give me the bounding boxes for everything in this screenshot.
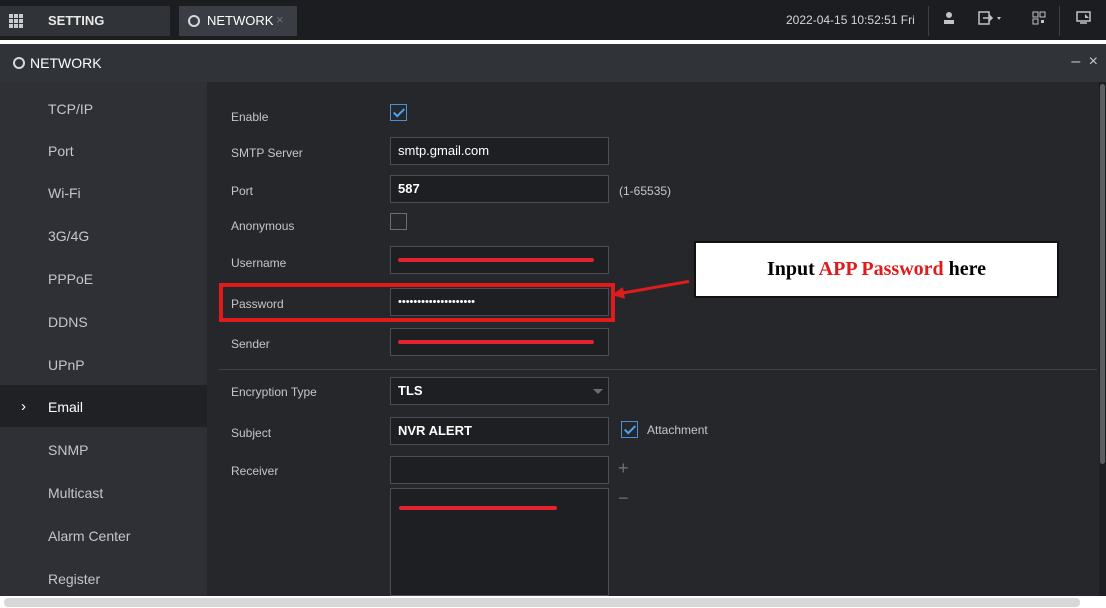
anonymous-label: Anonymous [231,219,295,233]
sidebar-item-port[interactable]: Port [0,129,207,171]
username-label: Username [231,256,287,270]
chevron-right-icon: › [21,398,26,415]
sidebar-item-alarm-center[interactable]: Alarm Center [0,514,207,556]
logout-icon[interactable] [976,11,1006,29]
sidebar-item-label: TCP/IP [48,101,94,117]
encryption-type-select[interactable]: TLS [390,377,609,405]
username-input[interactable] [390,246,609,274]
sidebar-item-3g4g[interactable]: 3G/4G [0,214,207,256]
horizontal-scrollbar[interactable] [0,596,1106,608]
sidebar-item-label: Email [48,399,84,415]
sidebar-item-pppoe[interactable]: PPPoE [0,257,207,299]
sidebar-item-label: Alarm Center [48,528,131,544]
subject-label: Subject [231,426,272,440]
grid-menu-icon [9,14,23,28]
section-divider [219,369,1097,370]
sidebar-item-upnp[interactable]: UPnP [0,343,207,385]
sender-input[interactable] [390,328,609,356]
receiver-label: Receiver [231,464,279,478]
panel-title: NETWORK [30,55,102,71]
globe-icon [188,15,200,27]
redaction-mark [398,340,594,344]
sidebar-item-label: 3G/4G [48,228,90,244]
callout-highlight: APP Password [818,258,944,280]
receiver-list[interactable] [390,488,609,596]
toolbar-divider [928,6,929,36]
redaction-mark [398,258,594,262]
port-range-hint: (1-65535) [619,184,672,198]
sidebar-item-register[interactable]: Register [0,557,207,596]
enable-checkbox[interactable] [390,104,407,121]
remove-receiver-button[interactable]: − [618,488,629,509]
sidebar-item-label: UPnP [48,357,85,373]
sender-label: Sender [231,337,270,351]
tab-network-label: NETWORK [207,13,274,28]
encryption-type-value: TLS [398,383,423,398]
sidebar-item-label: DDNS [48,314,88,330]
setting-menu-button[interactable]: SETTING [0,6,170,36]
sidebar-item-multicast[interactable]: Multicast [0,471,207,513]
sidebar-item-label: SNMP [48,442,89,458]
annotation-callout: Input APP Password here [694,241,1059,298]
qr-code-icon[interactable] [1030,11,1048,29]
sidebar-item-snmp[interactable]: SNMP [0,428,207,470]
user-icon[interactable] [940,11,958,29]
email-settings-panel [207,82,1099,596]
annotation-arrow-head [611,287,625,301]
datetime-display: 2022-04-15 10:52:51 Fri [786,13,915,27]
app-window: SETTING NETWORK × 2022-04-15 10:52:51 Fr… [0,0,1106,608]
sidebar-item-label: Port [48,143,74,159]
sidebar-item-label: PPPoE [48,271,94,287]
sidebar-item-ddns[interactable]: DDNS [0,300,207,342]
sidebar-item-wifi[interactable]: Wi-Fi [0,171,207,213]
redaction-mark [399,506,557,510]
add-receiver-button[interactable]: + [618,458,629,479]
scrollbar-thumb[interactable] [1100,84,1105,464]
panel-header: NETWORK – × [0,44,1106,82]
sidebar-item-label: Register [48,571,101,587]
attachment-checkbox[interactable] [621,421,638,438]
subject-input[interactable]: NVR ALERT [390,417,609,445]
sidebar-item-email[interactable]: › Email [0,385,207,427]
smtp-server-input[interactable]: smtp.gmail.com [390,137,609,165]
window-controls[interactable]: – × [1071,53,1100,71]
setting-menu-label: SETTING [48,13,105,28]
port-input[interactable]: 587 [390,175,609,203]
attachment-label: Attachment [647,423,708,437]
callout-suffix: here [943,258,987,280]
sidebar-item-label: Multicast [48,485,104,501]
port-label: Port [231,184,254,198]
monitor-icon[interactable] [1075,11,1093,29]
globe-icon [13,57,25,69]
toolbar-divider [1059,6,1060,36]
receiver-input[interactable] [390,456,609,484]
vertical-scrollbar[interactable] [1099,82,1106,596]
smtp-server-label: SMTP Server [231,146,303,160]
encryption-type-label: Encryption Type [231,385,317,399]
sidebar-item-tcpip[interactable]: TCP/IP [0,87,207,129]
anonymous-checkbox[interactable] [390,213,407,230]
password-highlight-box [219,283,615,322]
sidebar-item-label: Wi-Fi [48,185,81,201]
sidebar: TCP/IP Port Wi-Fi 3G/4G PPPoE DDNS UPnP … [0,82,207,596]
horizontal-scrollbar-track[interactable] [4,598,1080,607]
tab-network[interactable]: NETWORK × [179,6,297,36]
chevron-down-icon [593,389,603,394]
tab-close-icon[interactable]: × [276,12,284,27]
enable-label: Enable [231,110,269,124]
callout-prefix: Input [766,258,819,280]
top-bar: SETTING NETWORK × 2022-04-15 10:52:51 Fr… [0,0,1106,40]
